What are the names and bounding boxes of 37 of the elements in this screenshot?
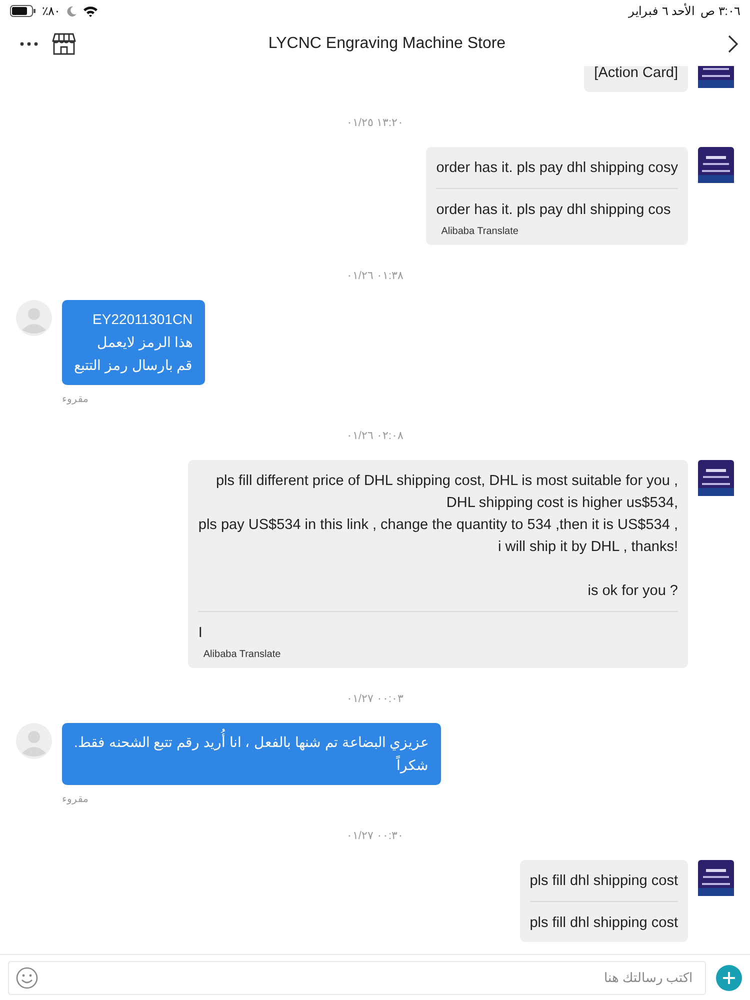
store-logo-icon (698, 860, 734, 896)
battery-percent: ٪٨٠ (42, 4, 60, 18)
translated-text: order has it. pls pay dhl shipping cos (436, 201, 672, 220)
store-icon[interactable] (52, 33, 76, 55)
status-time: ٣:٠٦ ص (700, 4, 740, 18)
store-logo-icon (698, 460, 734, 496)
translated-text: pls fill dhl shipping cost (530, 914, 678, 933)
read-status: مقروء (62, 393, 88, 405)
timestamp: ٠٢:٠٨ ٠١/٢٦ (346, 429, 404, 442)
battery-icon (10, 5, 36, 17)
message-text: pls fill different price of DHL shipping cost, DHL is most suitable for you , DHL shipping cost is higher us$534, pls pay US$534 in this link , change the quantity to 534 ,then it is US$534 , i will ship it by DHL , thanks! is ok for you ? (198, 472, 678, 601)
message-input[interactable]: اكتب رسالتك هنا (8, 960, 706, 994)
message-bubble: عزيزي البضاعة تم شنها بالفعل ، انا أُريد رقم تتبع الشحنه فقط. شكراً (62, 723, 441, 785)
message-bubble: EY22011301CN هذا الرمز لايعمل قم بارسال رمز التتبع (62, 300, 205, 385)
avatar-icon (16, 300, 52, 336)
chat-title: LYCNC Engraving Machine Store (267, 35, 507, 53)
wifi-icon (83, 6, 98, 16)
emoji-icon[interactable] (16, 966, 38, 988)
timestamp: ٠١:٣٨ ٠١/٢٦ (346, 269, 404, 282)
message-text: order has it. pls pay dhl shipping cosy (436, 159, 678, 178)
add-button[interactable] (716, 964, 742, 990)
translator-label: Alibaba Translate (202, 649, 282, 660)
moon-icon (66, 6, 77, 16)
translated-text: I (198, 624, 204, 643)
timestamp: ١٣:٢٠ ٠١/٢٥ (346, 116, 404, 129)
avatar-icon (16, 723, 52, 759)
message-text: [Action Card] (594, 66, 678, 83)
read-status: مقروء (62, 793, 88, 805)
timestamp: ٠٠:٠٣ ٠١/٢٧ (346, 692, 404, 705)
timestamp: ٠٠:٣٠ ٠١/٢٧ (346, 829, 404, 842)
status-date: الأحد ٦ فبراير (628, 4, 694, 18)
message-text: pls fill dhl shipping cost (530, 872, 678, 891)
back-chevron-icon[interactable] (728, 35, 738, 53)
translator-label: Alibaba Translate (440, 226, 520, 237)
store-logo-icon (698, 147, 734, 183)
plus-icon (722, 970, 736, 984)
more-icon[interactable] (20, 42, 38, 46)
